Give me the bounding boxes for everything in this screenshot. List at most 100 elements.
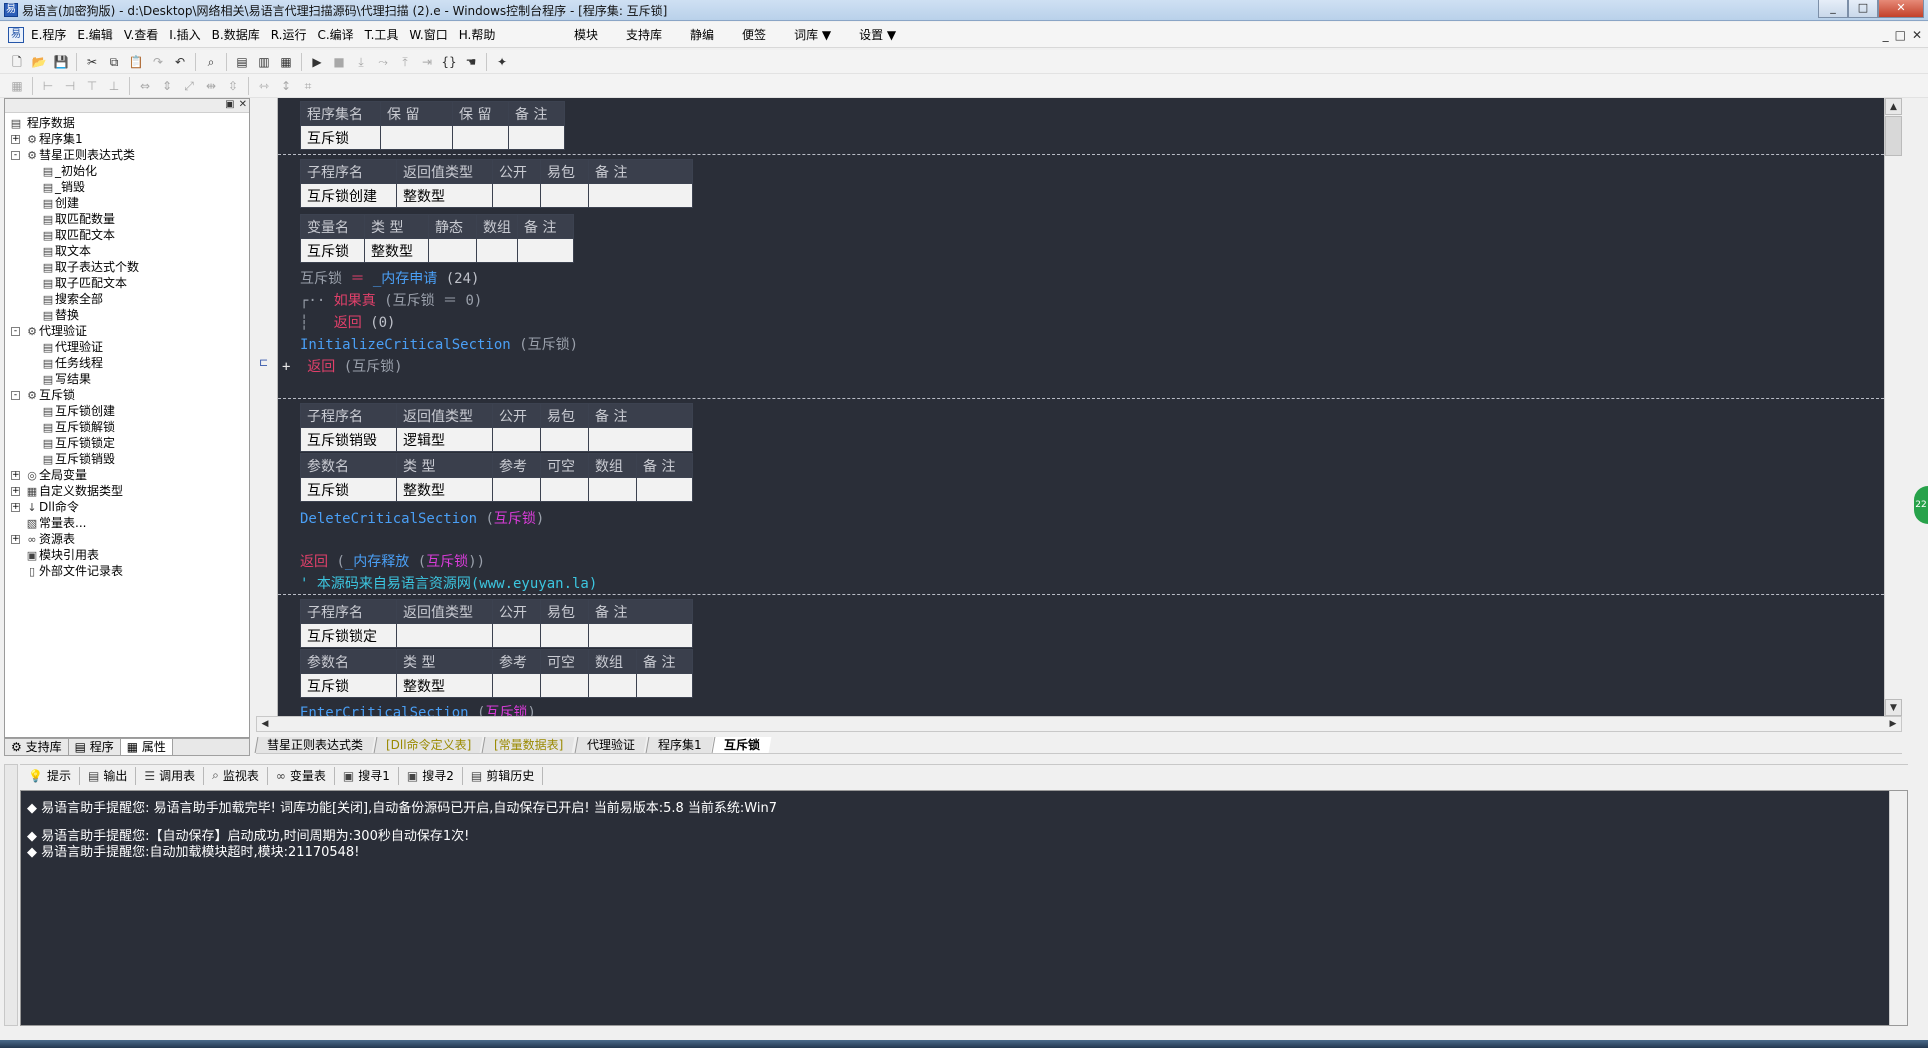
param-type-cell[interactable]: 整数型 [396,477,493,502]
return-type-cell[interactable] [396,623,493,648]
open-file-icon[interactable]: 📂 [30,53,48,71]
tab-tips[interactable]: 💡 提示 [20,766,80,785]
table-cell[interactable] [636,477,693,502]
var-type-cell[interactable]: 整数型 [364,238,429,263]
tree-leaf[interactable]: ▤ 互斥锁销毁 [5,451,249,467]
collapse-icon[interactable]: - [11,327,20,336]
scroll-left-icon[interactable]: ◀ [257,717,273,731]
return-type-cell[interactable]: 逻辑型 [396,427,493,452]
tree-node[interactable]: + ▦ 自定义数据类型 [5,483,249,499]
param-name-cell[interactable]: 互斥锁 [300,477,397,502]
save-icon[interactable]: 💾 [52,53,70,71]
tree-node[interactable]: + ∞ 资源表 [5,531,249,547]
mdi-close-button[interactable]: ✕ [1912,28,1922,42]
return-type-cell[interactable]: 整数型 [396,183,493,208]
code-line[interactable]: InitializeCriticalSection (互斥锁) [300,334,578,354]
table-cell[interactable] [588,477,637,502]
menu-support-lib[interactable]: 支持库 [612,26,676,43]
tab-search2[interactable]: ▣ 搜寻2 [399,766,463,785]
mdi-restore-button[interactable]: □ [1895,28,1906,42]
collapse-icon[interactable]: - [11,391,20,400]
tree-leaf[interactable]: ▤ 取匹配数量 [5,211,249,227]
table-cell[interactable] [492,183,541,208]
menu-compile[interactable]: C.编译 [314,26,361,43]
var-name-cell[interactable]: 互斥锁 [300,238,365,263]
code-editor[interactable]: ⊏ 程序集名 保 留 保 留 备 注 互斥锁 子程序名 返回值类型 公开 易包 … [256,98,1902,716]
layout-right-icon[interactable]: ▦ [277,53,295,71]
assistant-float-icon[interactable]: 22 [1914,486,1928,524]
tab-support-lib[interactable]: ⚙ 支持库 [5,739,69,755]
tab-program[interactable]: ▤ 程序 [69,739,121,755]
menu-notes[interactable]: 便签 [728,26,780,43]
align-bottom-icon[interactable]: ⊥ [105,77,123,95]
output-vertical-scrollbar[interactable] [1889,791,1907,1025]
menu-settings[interactable]: 设置 ▼ [845,26,910,43]
tree-leaf[interactable]: ▤ 取匹配文本 [5,227,249,243]
assembly-name-cell[interactable]: 互斥锁 [300,125,381,150]
center-v-icon[interactable]: ↕ [277,77,295,95]
table-cell[interactable] [588,623,693,648]
copy-icon[interactable]: ⧉ [105,53,123,71]
tree-leaf[interactable]: ▤ 取子表达式个数 [5,259,249,275]
scroll-down-icon[interactable]: ▼ [1885,699,1902,716]
comment-line[interactable]: ' 本源码来自易语言资源网(www.eyuyan.la) [300,573,597,593]
tree-leaf[interactable]: ▤ 代理验证 [5,339,249,355]
expand-icon[interactable]: + [11,135,20,144]
code-line[interactable]: 返回 (_内存释放 (互斥锁)) [300,551,485,571]
v-space-icon[interactable]: ⇳ [224,77,242,95]
tab-properties[interactable]: ▦ 属性 [120,739,173,755]
table-cell[interactable] [492,427,541,452]
align-grid-icon[interactable]: ▦ [8,77,26,95]
menu-static[interactable]: 静编 [676,26,728,43]
code-line[interactable]: + 返回 (互斥锁) [282,356,403,376]
param-type-cell[interactable]: 整数型 [396,673,493,698]
breakpoint-icon[interactable]: {} [440,53,458,71]
h-space-icon[interactable]: ⇹ [202,77,220,95]
tree-leaf[interactable]: ▤ 互斥锁创建 [5,403,249,419]
step-into-icon[interactable]: ⤓ [352,53,370,71]
tree-leaf[interactable]: ▤ _初始化 [5,163,249,179]
tree-leaf[interactable]: ▤ 互斥锁解锁 [5,419,249,435]
tab-variables[interactable]: ∞ 变量表 [268,766,335,785]
code-line[interactable]: DeleteCriticalSection (互斥锁) [300,508,544,528]
fold-marker-icon[interactable]: ⊏ [259,356,268,369]
layout-left-icon[interactable]: ▤ [233,53,251,71]
table-cell[interactable] [588,183,693,208]
tree-leaf[interactable]: ▤ 写结果 [5,371,249,387]
scroll-up-icon[interactable]: ▲ [1885,98,1902,115]
menu-edit[interactable]: E.编辑 [74,26,120,43]
output-console[interactable]: ◆ 易语言助手提醒您: 易语言助手加载完毕! 词库功能[关闭],自动备份源码已开… [20,790,1908,1026]
new-file-icon[interactable]: 🗋 [8,53,26,71]
menu-insert[interactable]: I.插入 [166,26,208,43]
collapse-icon[interactable]: - [11,151,20,160]
code-line[interactable]: ┆ 返回 (0) [300,312,395,332]
menu-window[interactable]: W.窗口 [406,26,455,43]
align-top-icon[interactable]: ⊤ [83,77,101,95]
tab-call-stack[interactable]: ☰ 调用表 [136,766,205,785]
tree-node[interactable]: - ⚙ 代理验证 [5,323,249,339]
menu-wordlib[interactable]: 词库 ▼ [780,26,845,43]
tree-root[interactable]: ▤ 程序数据 [5,115,249,131]
table-cell[interactable] [428,238,477,263]
close-button[interactable]: ✕ [1878,0,1924,18]
grid-snap-icon[interactable]: ⌗ [299,77,317,95]
stop-icon[interactable]: ■ [330,53,348,71]
align-left-icon[interactable]: ⊢ [39,77,57,95]
step-out-icon[interactable]: ⤒ [396,53,414,71]
menu-database[interactable]: B.数据库 [209,26,268,43]
tab-constants[interactable]: [常量数据表] [481,736,576,753]
table-cell[interactable] [380,125,453,150]
undo-icon[interactable]: ↶ [171,53,189,71]
center-h-icon[interactable]: ⇿ [255,77,273,95]
tab-dll-commands[interactable]: [Dll命令定义表] [373,736,483,753]
mdi-minimize-button[interactable]: _ [1883,28,1889,42]
menu-module[interactable]: 模块 [560,26,612,43]
tree-node[interactable]: + ◎ 全局变量 [5,467,249,483]
tab-regex-class[interactable]: 彗星正则表达式类 [254,736,375,753]
expand-icon[interactable]: + [11,471,20,480]
maximize-button[interactable]: □ [1848,0,1878,18]
minimize-button[interactable]: _ [1818,0,1848,18]
tree-node[interactable]: - ⚙ 彗星正则表达式类 [5,147,249,163]
paste-icon[interactable]: 📋 [127,53,145,71]
tab-proxy-verify[interactable]: 代理验证 [574,736,647,753]
